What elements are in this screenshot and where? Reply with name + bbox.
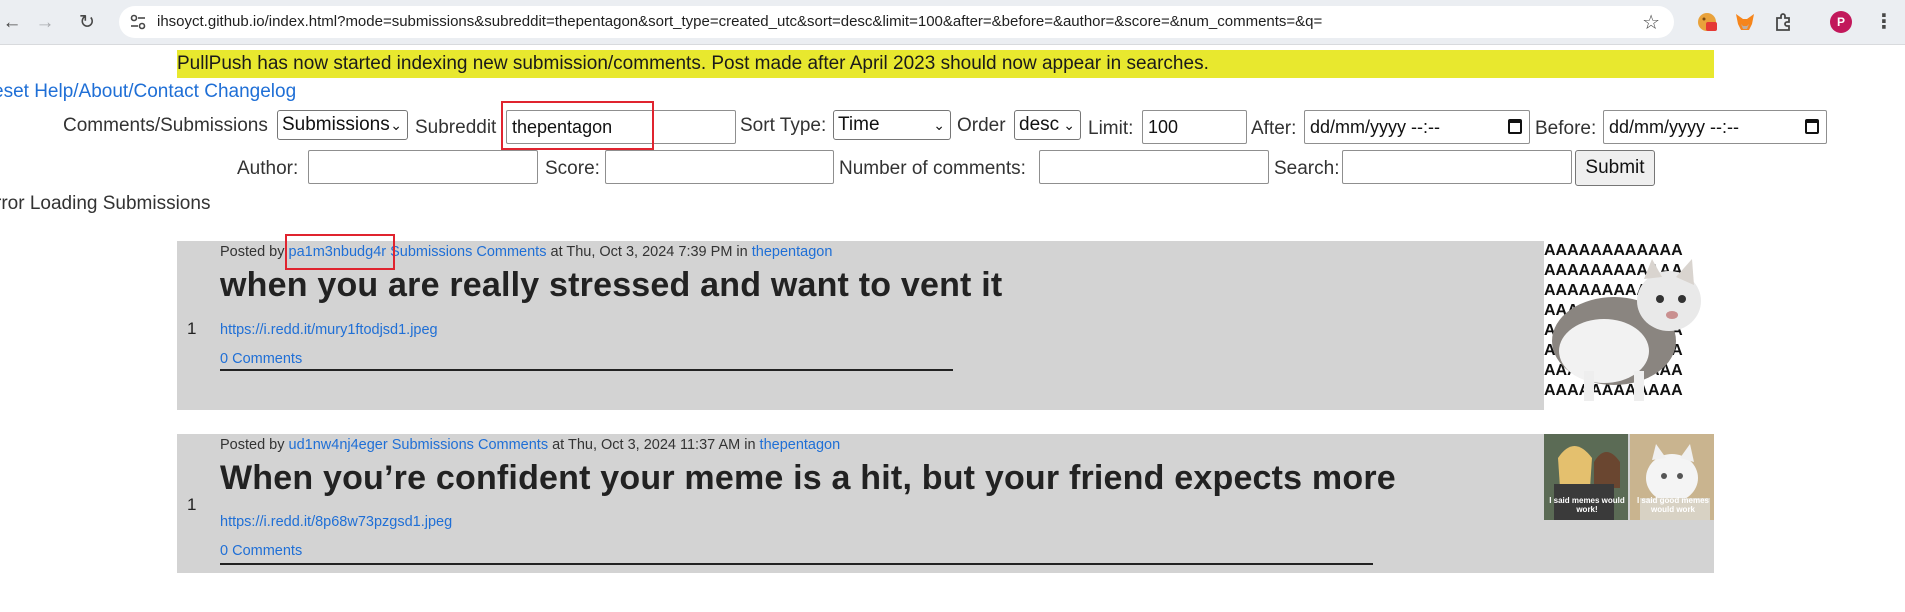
divider	[220, 563, 1373, 565]
extensions-puzzle-icon[interactable]	[1772, 10, 1796, 34]
comments-count-link[interactable]: 0 Comments	[220, 543, 302, 559]
score-input[interactable]	[605, 150, 834, 184]
author-submissions-link[interactable]: Submissions	[390, 244, 472, 260]
author-input[interactable]	[308, 150, 538, 184]
reset-help-about-contact-link[interactable]: eset Help/About/Contact	[0, 81, 199, 102]
status-message: rror Loading Submissions	[0, 193, 211, 214]
post-url-link[interactable]: https://i.redd.it/8p68w73pzgsd1.jpeg	[220, 514, 452, 530]
order-select[interactable]: desc ⌄	[1014, 110, 1081, 140]
post-score: 1	[187, 495, 197, 514]
submit-button[interactable]: Submit	[1575, 150, 1655, 186]
sort-type-value: Time	[838, 114, 880, 135]
cat-thumbnail-image: AAAAAAAAAAAA AAAAAAAAAAAA AAAAAAAAAAAA A…	[1544, 242, 1701, 401]
calendar-icon[interactable]	[1805, 119, 1819, 134]
chevron-down-icon: ⌄	[1063, 117, 1075, 133]
post-url-link[interactable]: https://i.redd.it/mury1ftodjsd1.jpeg	[220, 322, 438, 338]
after-date-input[interactable]: dd/mm/yyyy --:--	[1304, 110, 1530, 144]
num-comments-input[interactable]	[1039, 150, 1269, 184]
banner-text: PullPush has now started indexing new su…	[177, 53, 1209, 74]
post-item: 1 Posted by pa1m3nbudg4r Submissions Com…	[177, 241, 1714, 410]
mode-select-value: Submissions	[282, 114, 390, 135]
author-comments-link[interactable]: Comments	[478, 437, 548, 453]
limit-label: Limit:	[1088, 118, 1134, 139]
posted-by-text: Posted by	[220, 244, 285, 260]
site-info-icon[interactable]	[129, 13, 147, 31]
subreddit-link[interactable]: thepentagon	[760, 437, 841, 453]
changelog-link[interactable]: Changelog	[204, 81, 296, 102]
before-placeholder: dd/mm/yyyy --:--	[1609, 117, 1739, 137]
chevron-down-icon: ⌄	[933, 117, 945, 133]
post-score: 1	[187, 319, 197, 338]
announcement-banner: PullPush has now started indexing new su…	[177, 50, 1714, 78]
reload-icon[interactable]: ↻	[75, 10, 99, 34]
limit-input[interactable]: 100	[1142, 110, 1247, 144]
top-links: eset Help/About/Contact Changelog	[0, 81, 296, 103]
divider	[220, 369, 953, 371]
num-comments-label: Number of comments:	[839, 158, 1026, 179]
svg-text:AAAAAAAAAAAA: AAAAAAAAAAAA	[1544, 242, 1683, 259]
posted-by-text: Posted by	[220, 437, 285, 453]
before-label: Before:	[1535, 118, 1597, 139]
post-thumbnail[interactable]: I said memes would work! I said good mem…	[1544, 434, 1714, 520]
score-label: Score:	[545, 158, 600, 179]
post-timestamp: at Thu, Oct 3, 2024 7:39 PM in	[550, 244, 748, 260]
browser-toolbar: ← → ↻ ihsoyct.github.io/index.html?mode=…	[0, 0, 1905, 45]
calendar-icon[interactable]	[1508, 119, 1522, 134]
author-link[interactable]: ud1nw4nj4eger	[289, 437, 388, 453]
address-bar[interactable]: ihsoyct.github.io/index.html?mode=submis…	[119, 6, 1674, 38]
mode-select[interactable]: Submissions ⌄	[277, 110, 408, 140]
browser-menu-icon[interactable]: ⋮	[1874, 9, 1894, 34]
after-label: After:	[1251, 118, 1297, 139]
post-timestamp: at Thu, Oct 3, 2024 11:37 AM in	[552, 437, 756, 453]
highlight-box-subreddit	[501, 101, 654, 150]
order-value: desc	[1019, 114, 1060, 135]
metamask-fox-icon[interactable]	[1733, 10, 1757, 34]
comments-count-link[interactable]: 0 Comments	[220, 351, 302, 367]
post-item: 1 Posted by ud1nw4nj4eger Submissions Co…	[177, 434, 1714, 573]
after-placeholder: dd/mm/yyyy --:--	[1310, 117, 1440, 137]
forward-icon[interactable]: →	[33, 10, 57, 34]
subreddit-label: Subreddit	[415, 117, 497, 138]
before-date-input[interactable]: dd/mm/yyyy --:--	[1603, 110, 1827, 144]
bookmark-star-icon[interactable]: ☆	[1642, 10, 1660, 35]
search-input[interactable]	[1342, 150, 1572, 184]
author-label: Author:	[237, 158, 299, 179]
author-submissions-link[interactable]: Submissions	[392, 437, 474, 453]
highlight-box-author	[285, 234, 395, 270]
post-meta: Posted by ud1nw4nj4eger Submissions Comm…	[220, 437, 840, 453]
author-comments-link[interactable]: Comments	[476, 244, 546, 260]
search-label: Search:	[1274, 158, 1340, 179]
sort-type-select[interactable]: Time ⌄	[833, 110, 951, 140]
post-title: when you are really stressed and want to…	[220, 266, 1003, 304]
extension-cookie-icon[interactable]	[1695, 10, 1719, 34]
order-label: Order	[957, 115, 1006, 136]
back-icon[interactable]: ←	[0, 10, 24, 34]
address-url[interactable]: ihsoyct.github.io/index.html?mode=submis…	[157, 6, 1322, 38]
chevron-down-icon: ⌄	[390, 117, 402, 133]
post-title: When you’re confident your meme is a hit…	[220, 459, 1396, 497]
mode-label: Comments/Submissions	[63, 115, 268, 136]
meme-caption-left: I said memes would work!	[1549, 496, 1625, 514]
subreddit-link[interactable]: thepentagon	[752, 244, 833, 260]
sort-type-label: Sort Type:	[740, 115, 827, 136]
post-thumbnail[interactable]: AAAAAAAAAAAA AAAAAAAAAAAA AAAAAAAAAAAA A…	[1544, 241, 1714, 410]
profile-avatar[interactable]: P	[1830, 11, 1852, 33]
meme-caption-right: I said good memes would work	[1636, 496, 1710, 514]
